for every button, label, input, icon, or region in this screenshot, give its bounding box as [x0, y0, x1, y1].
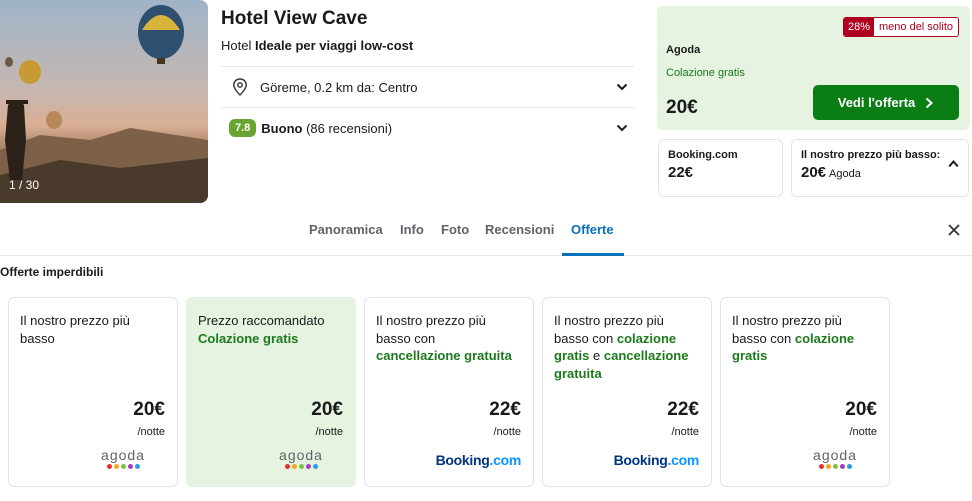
deal-card-recommended[interactable]: Prezzo raccomandato Colazione gratis 20€… [186, 297, 356, 487]
booking-wordmark-suffix: .com [489, 452, 522, 468]
main-offer-provider: Agoda [666, 44, 701, 56]
chevron-right-icon [926, 97, 934, 108]
deal-desc-highlight: cancellazione gratuita [376, 348, 512, 363]
photo-counter: 1 / 30 [9, 178, 40, 192]
booking-wordmark: Booking [613, 452, 668, 468]
lowest-price: 20€ [801, 164, 827, 181]
deal-unit: /notte [315, 426, 343, 438]
rating-row[interactable]: 7.8 Buono (86 recensioni) [221, 107, 634, 148]
agoda-logo: agoda [99, 447, 147, 469]
agoda-wordmark: agoda [813, 447, 857, 463]
lowest-price-card[interactable]: Il nostro prezzo più basso: 20€ Agoda [791, 139, 969, 197]
tab-foto[interactable]: Foto [441, 222, 469, 237]
deal-price: 20€ [133, 399, 165, 420]
deal-price: 20€ [845, 399, 877, 420]
chevron-up-icon[interactable] [948, 159, 959, 168]
close-icon[interactable] [948, 224, 960, 236]
deal-description: Il nostro prezzo più basso con cancellaz… [376, 312, 523, 365]
deal-description: Il nostro prezzo più basso con colazione… [554, 312, 701, 382]
discount-percent: 28% [843, 18, 874, 36]
deal-price: 20€ [311, 399, 343, 420]
booking-provider-label: Booking.com [668, 149, 738, 161]
rating-score-badge: 7.8 [229, 119, 257, 137]
main-offer-card[interactable]: 28% meno del solito Agoda Colazione grat… [657, 6, 970, 130]
view-offer-label: Vedi l'offerta [837, 95, 916, 110]
rating-label: Buono [261, 120, 303, 136]
agoda-dots [811, 464, 859, 469]
discount-badge: 28% meno del solito [842, 17, 959, 37]
chevron-down-icon[interactable] [616, 122, 628, 134]
agoda-wordmark: agoda [279, 447, 323, 463]
agoda-logo: agoda [277, 447, 325, 469]
tab-recensioni[interactable]: Recensioni [485, 222, 554, 237]
rating-summary: Buono (86 recensioni) [261, 121, 392, 136]
location-text: Göreme, 0.2 km da: Centro [260, 79, 418, 95]
deal-card-breakfast-cancellation[interactable]: Il nostro prezzo più basso con colazione… [542, 297, 712, 487]
hotel-type: Hotel [221, 38, 252, 53]
deal-description: Prezzo raccomandato Colazione gratis [198, 312, 345, 347]
agoda-dots [277, 464, 325, 469]
rating-reviews: (86 recensioni) [306, 120, 393, 136]
lowest-price-label: Il nostro prezzo più basso: [801, 149, 941, 161]
deal-description: Il nostro prezzo più basso con colazione… [732, 312, 879, 365]
deal-description: Il nostro prezzo più basso [20, 312, 167, 347]
chevron-down-icon[interactable] [616, 81, 628, 93]
hotel-subtitle: Hotel Ideale per viaggi low-cost [221, 38, 413, 53]
deal-desc-text: Il nostro prezzo più basso [20, 313, 130, 346]
tab-bar: Panoramica Info Foto Recensioni Offerte [0, 210, 972, 256]
booking-logo: Booking.com [613, 452, 700, 468]
booking-wordmark: Booking [435, 452, 490, 468]
lowest-provider: Agoda [829, 168, 861, 180]
booking-offer-card[interactable]: Booking.com 22€ [658, 139, 783, 197]
tab-info[interactable]: Info [400, 222, 424, 237]
balloon-landscape-image [0, 5, 208, 203]
agoda-dots [99, 464, 147, 469]
booking-wordmark-suffix: .com [667, 452, 700, 468]
deal-desc-text: Prezzo raccomandato [198, 313, 325, 328]
deal-card-free-cancellation[interactable]: Il nostro prezzo più basso con cancellaz… [364, 297, 534, 487]
booking-price: 22€ [668, 164, 694, 181]
deal-unit: /notte [493, 426, 521, 438]
lowest-price-value: 20€ Agoda [801, 164, 959, 181]
agoda-logo: agoda [811, 447, 859, 469]
deals-section-title: Offerte imperdibili [0, 265, 104, 279]
booking-logo: Booking.com [435, 452, 522, 468]
tab-offerte[interactable]: Offerte [571, 222, 614, 237]
deal-unit: /notte [137, 426, 165, 438]
active-tab-indicator [562, 253, 624, 256]
tab-panoramica[interactable]: Panoramica [309, 222, 383, 237]
deal-unit: /notte [849, 426, 877, 438]
deal-desc-text: Il nostro prezzo più basso con [376, 313, 486, 346]
deal-price: 22€ [489, 399, 521, 420]
deal-card-breakfast[interactable]: Il nostro prezzo più basso con colazione… [720, 297, 890, 487]
map-pin-icon [233, 78, 247, 96]
view-offer-button[interactable]: Vedi l'offerta [813, 85, 959, 120]
deal-unit: /notte [671, 426, 699, 438]
main-offer-price: 20€ [666, 97, 698, 118]
discount-text: meno del solito [874, 18, 958, 36]
deal-price: 22€ [667, 399, 699, 420]
main-offer-perk: Colazione gratis [666, 67, 745, 79]
hotel-tagline: Ideale per viaggi low-cost [254, 38, 414, 53]
deal-card-lowest[interactable]: Il nostro prezzo più basso 20€ /notte ag… [8, 297, 178, 487]
agoda-wordmark: agoda [101, 447, 145, 463]
deal-desc-highlight: Colazione gratis [198, 330, 299, 346]
deal-desc-conjunction: e [593, 348, 601, 363]
hotel-name[interactable]: Hotel View Cave [221, 8, 367, 30]
hotel-photo[interactable]: 1 / 30 [0, 0, 208, 203]
location-row[interactable]: Göreme, 0.2 km da: Centro [221, 66, 634, 107]
